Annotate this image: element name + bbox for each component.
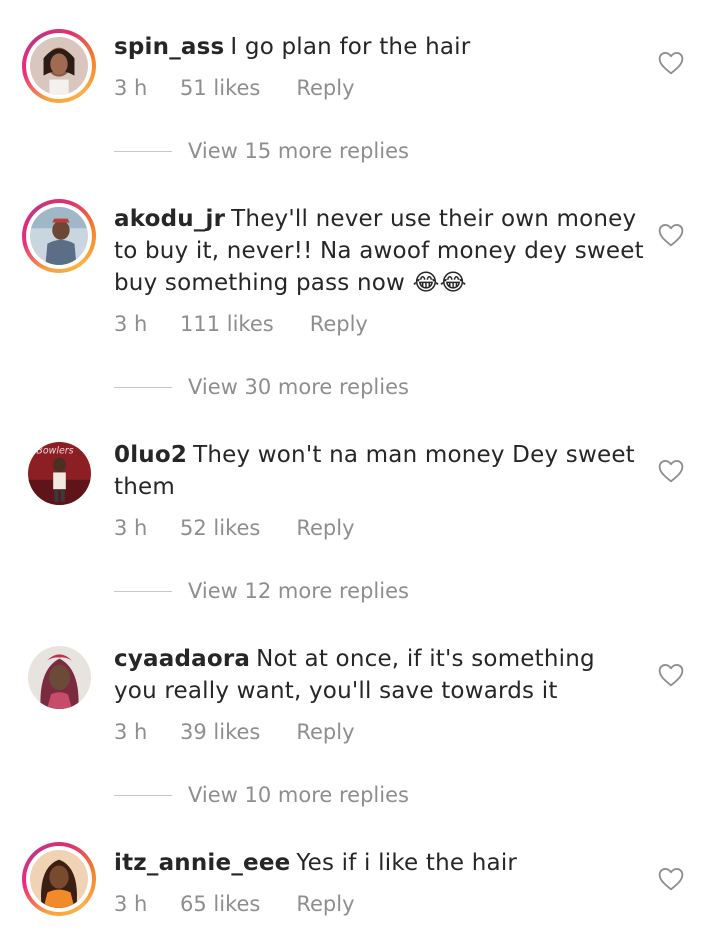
view-replies[interactable]: View 12 more replies (114, 576, 409, 606)
comment-username[interactable]: akodu_jr (114, 206, 225, 232)
heart-outline-icon[interactable] (658, 663, 684, 687)
view-replies[interactable]: View 30 more replies (114, 372, 409, 402)
reply-button[interactable]: Reply (296, 892, 354, 916)
comment-username[interactable]: cyaadaora (114, 646, 250, 672)
comment-meta: 3 h 52 likes Reply (114, 516, 355, 540)
avatar[interactable] (22, 199, 96, 273)
like-count[interactable]: 65 likes (180, 892, 260, 916)
comment-meta: 3 h 39 likes Reply (114, 720, 355, 744)
avatar[interactable] (22, 842, 96, 916)
view-replies-label[interactable]: View 15 more replies (188, 139, 409, 163)
view-replies[interactable]: View 10 more replies (114, 780, 409, 810)
reply-button[interactable]: Reply (296, 76, 354, 100)
comment-username[interactable]: 0luo2 (114, 442, 187, 468)
like-count[interactable]: 51 likes (180, 76, 260, 100)
comment-meta: 3 h 111 likes Reply (114, 312, 368, 336)
heart-outline-icon[interactable] (658, 867, 684, 891)
comment-body: They won't na man money Dey sweet them (114, 442, 635, 500)
like-count[interactable]: 52 likes (180, 516, 260, 540)
comment-text: spin_ass I go plan for the hair (114, 31, 644, 63)
reply-button[interactable]: Reply (296, 516, 354, 540)
comment-text: itz_annie_eee Yes if i like the hair (114, 847, 644, 879)
heart-outline-icon[interactable] (658, 223, 684, 247)
like-count[interactable]: 39 likes (180, 720, 260, 744)
comment-time: 3 h (114, 312, 148, 336)
comment-body: I go plan for the hair (230, 34, 471, 60)
like-count[interactable]: 111 likes (180, 312, 274, 336)
comment-text: 0luo2 They won't na man money Dey sweet t… (114, 439, 644, 503)
comment-text: akodu_jr They'll never use their own mone… (114, 203, 644, 299)
avatar[interactable]: Bowlers (22, 436, 96, 510)
comment-meta: 3 h 51 likes Reply (114, 76, 355, 100)
comment-username[interactable]: spin_ass (114, 34, 224, 60)
comment-meta: 3 h 65 likes Reply (114, 892, 355, 916)
avatar[interactable] (22, 29, 96, 103)
replies-divider (114, 794, 172, 796)
view-replies-label[interactable]: View 30 more replies (188, 375, 409, 399)
comment-username[interactable]: itz_annie_eee (114, 850, 290, 876)
replies-divider (114, 150, 172, 152)
comment-time: 3 h (114, 892, 148, 916)
view-replies-label[interactable]: View 12 more replies (188, 579, 409, 603)
view-replies[interactable]: View 15 more replies (114, 136, 409, 166)
comment-time: 3 h (114, 516, 148, 540)
comment-time: 3 h (114, 76, 148, 100)
comment-body: Yes if i like the hair (296, 850, 518, 876)
replies-divider (114, 386, 172, 388)
avatar[interactable] (22, 640, 96, 714)
comment-text: cyaadaora Not at once, if it's something … (114, 643, 644, 707)
heart-outline-icon[interactable] (658, 459, 684, 483)
view-replies-label[interactable]: View 10 more replies (188, 783, 409, 807)
reply-button[interactable]: Reply (296, 720, 354, 744)
svg-text:Bowlers: Bowlers (36, 446, 73, 457)
reply-button[interactable]: Reply (310, 312, 368, 336)
replies-divider (114, 590, 172, 592)
comment-time: 3 h (114, 720, 148, 744)
heart-outline-icon[interactable] (658, 51, 684, 75)
